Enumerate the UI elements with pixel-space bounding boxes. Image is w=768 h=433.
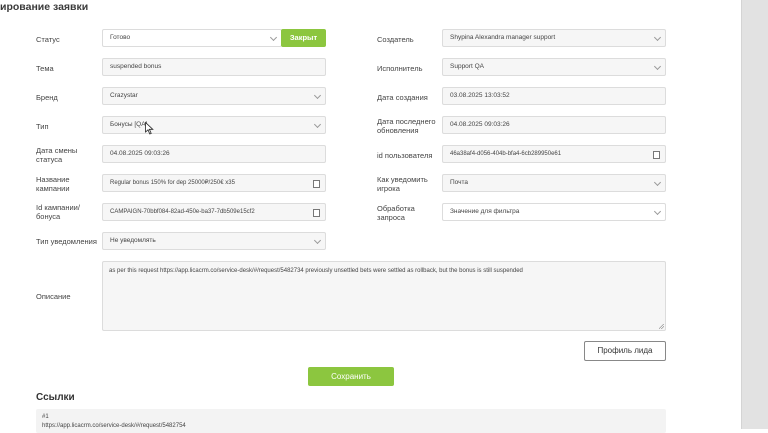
created-date-label: Дата создания bbox=[377, 93, 428, 102]
processing-select[interactable]: Значение для фильтра bbox=[442, 203, 666, 221]
chevron-down-icon bbox=[313, 91, 322, 100]
type-select[interactable]: Бонусы [QA] bbox=[102, 116, 326, 134]
created-date-field: 03.08.2025 13:03:52 bbox=[442, 87, 666, 105]
campaign-id-field: CAMPAIGN-70bbf084-82ad-450e-ba37-7db509e… bbox=[102, 203, 326, 221]
copy-icon[interactable] bbox=[651, 149, 660, 159]
brand-label: Бренд bbox=[36, 93, 58, 102]
status-change-date-label: Дата смены статуса bbox=[36, 146, 78, 164]
creator-label: Создатель bbox=[377, 35, 414, 44]
status-select[interactable]: Готово bbox=[102, 29, 282, 47]
status-label: Статус bbox=[36, 35, 60, 44]
updated-date-field: 04.08.2025 09:03:26 bbox=[442, 116, 666, 134]
chevron-down-icon bbox=[269, 33, 278, 42]
chevron-down-icon bbox=[653, 207, 662, 216]
chevron-down-icon bbox=[653, 33, 662, 42]
creator-select[interactable]: Shypina Alexandra manager support bbox=[442, 29, 666, 47]
description-textarea[interactable]: as per this request https://app.licacrm.… bbox=[102, 261, 666, 331]
resize-handle-icon[interactable] bbox=[659, 324, 664, 329]
lead-profile-button[interactable]: Профиль лида bbox=[584, 341, 666, 361]
campaign-name-label: Название кампании bbox=[36, 175, 70, 193]
campaign-name-field: Regular bonus 150% for dep 25000₽/250€ x… bbox=[102, 174, 326, 192]
assignee-label: Исполнитель bbox=[377, 64, 423, 73]
notify-method-select[interactable]: Почта bbox=[442, 174, 666, 192]
status-change-date-field: 04.08.2025 09:03:26 bbox=[102, 145, 326, 163]
type-label: Тип bbox=[36, 122, 49, 131]
updated-date-label: Дата последнего обновления bbox=[377, 117, 436, 135]
links-list: #1 https://app.licacrm.co/service-desk/#… bbox=[36, 409, 666, 433]
links-title: Ссылки bbox=[36, 392, 75, 403]
save-button[interactable]: Сохранить bbox=[308, 367, 394, 386]
chevron-down-icon bbox=[313, 120, 322, 129]
user-id-label: id пользователя bbox=[377, 151, 433, 160]
chevron-down-icon bbox=[313, 236, 322, 245]
status-value: Готово bbox=[110, 34, 131, 41]
scrollbar-track[interactable] bbox=[741, 0, 768, 429]
subject-label: Тема bbox=[36, 64, 54, 73]
notification-type-label: Тип уведомления bbox=[36, 237, 97, 246]
chevron-down-icon bbox=[653, 178, 662, 187]
page-title: ирование заявки bbox=[0, 1, 89, 13]
campaign-id-label: Id кампании/ бонуса bbox=[36, 203, 80, 221]
chevron-down-icon bbox=[653, 62, 662, 71]
brand-select[interactable]: Crazystar bbox=[102, 87, 326, 105]
mouse-pointer-icon bbox=[145, 122, 154, 135]
close-ticket-button[interactable]: Закрыт bbox=[281, 29, 326, 47]
notification-type-select[interactable]: Не уведомлять bbox=[102, 232, 326, 250]
notify-method-label: Как уведомить игрока bbox=[377, 175, 428, 193]
link-url[interactable]: https://app.licacrm.co/service-desk/#/re… bbox=[42, 422, 660, 431]
copy-icon[interactable] bbox=[311, 207, 320, 217]
user-id-field: 46a38af4-d056-404b-bfa4-6cb289950e61 bbox=[442, 145, 666, 163]
subject-input[interactable]: suspended bonus bbox=[102, 58, 326, 76]
description-label: Описание bbox=[36, 292, 71, 301]
processing-label: Обработка запроса bbox=[377, 204, 415, 222]
link-number: #1 bbox=[42, 414, 49, 420]
assignee-select[interactable]: Support QA bbox=[442, 58, 666, 76]
copy-icon[interactable] bbox=[311, 178, 320, 188]
